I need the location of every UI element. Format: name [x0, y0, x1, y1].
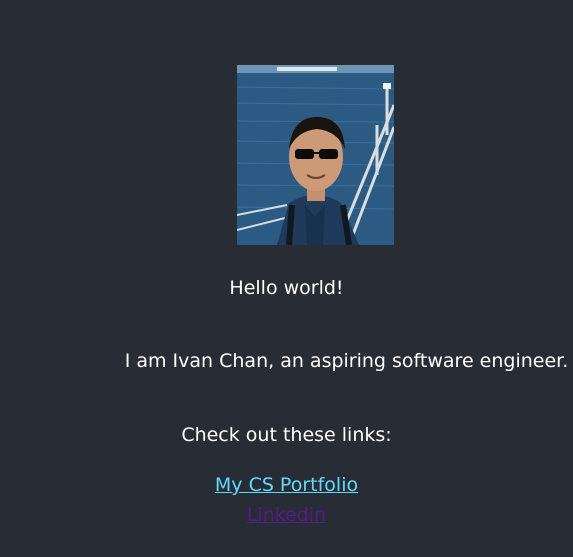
cs-portfolio-link[interactable]: My CS Portfolio	[215, 474, 358, 496]
page: Hello world! I am Ivan Chan, an aspiring…	[0, 0, 573, 557]
profile-photo	[237, 65, 394, 245]
links-heading: Check out these links:	[181, 424, 392, 446]
intro-text: I am Ivan Chan, an aspiring software eng…	[124, 350, 569, 372]
portfolio-link-row: My CS Portfolio	[0, 473, 573, 497]
greeting-text: Hello world!	[229, 277, 344, 299]
linkedin-link[interactable]: Linkedin	[247, 504, 326, 526]
linkedin-link-row: Linkedin	[0, 503, 573, 527]
